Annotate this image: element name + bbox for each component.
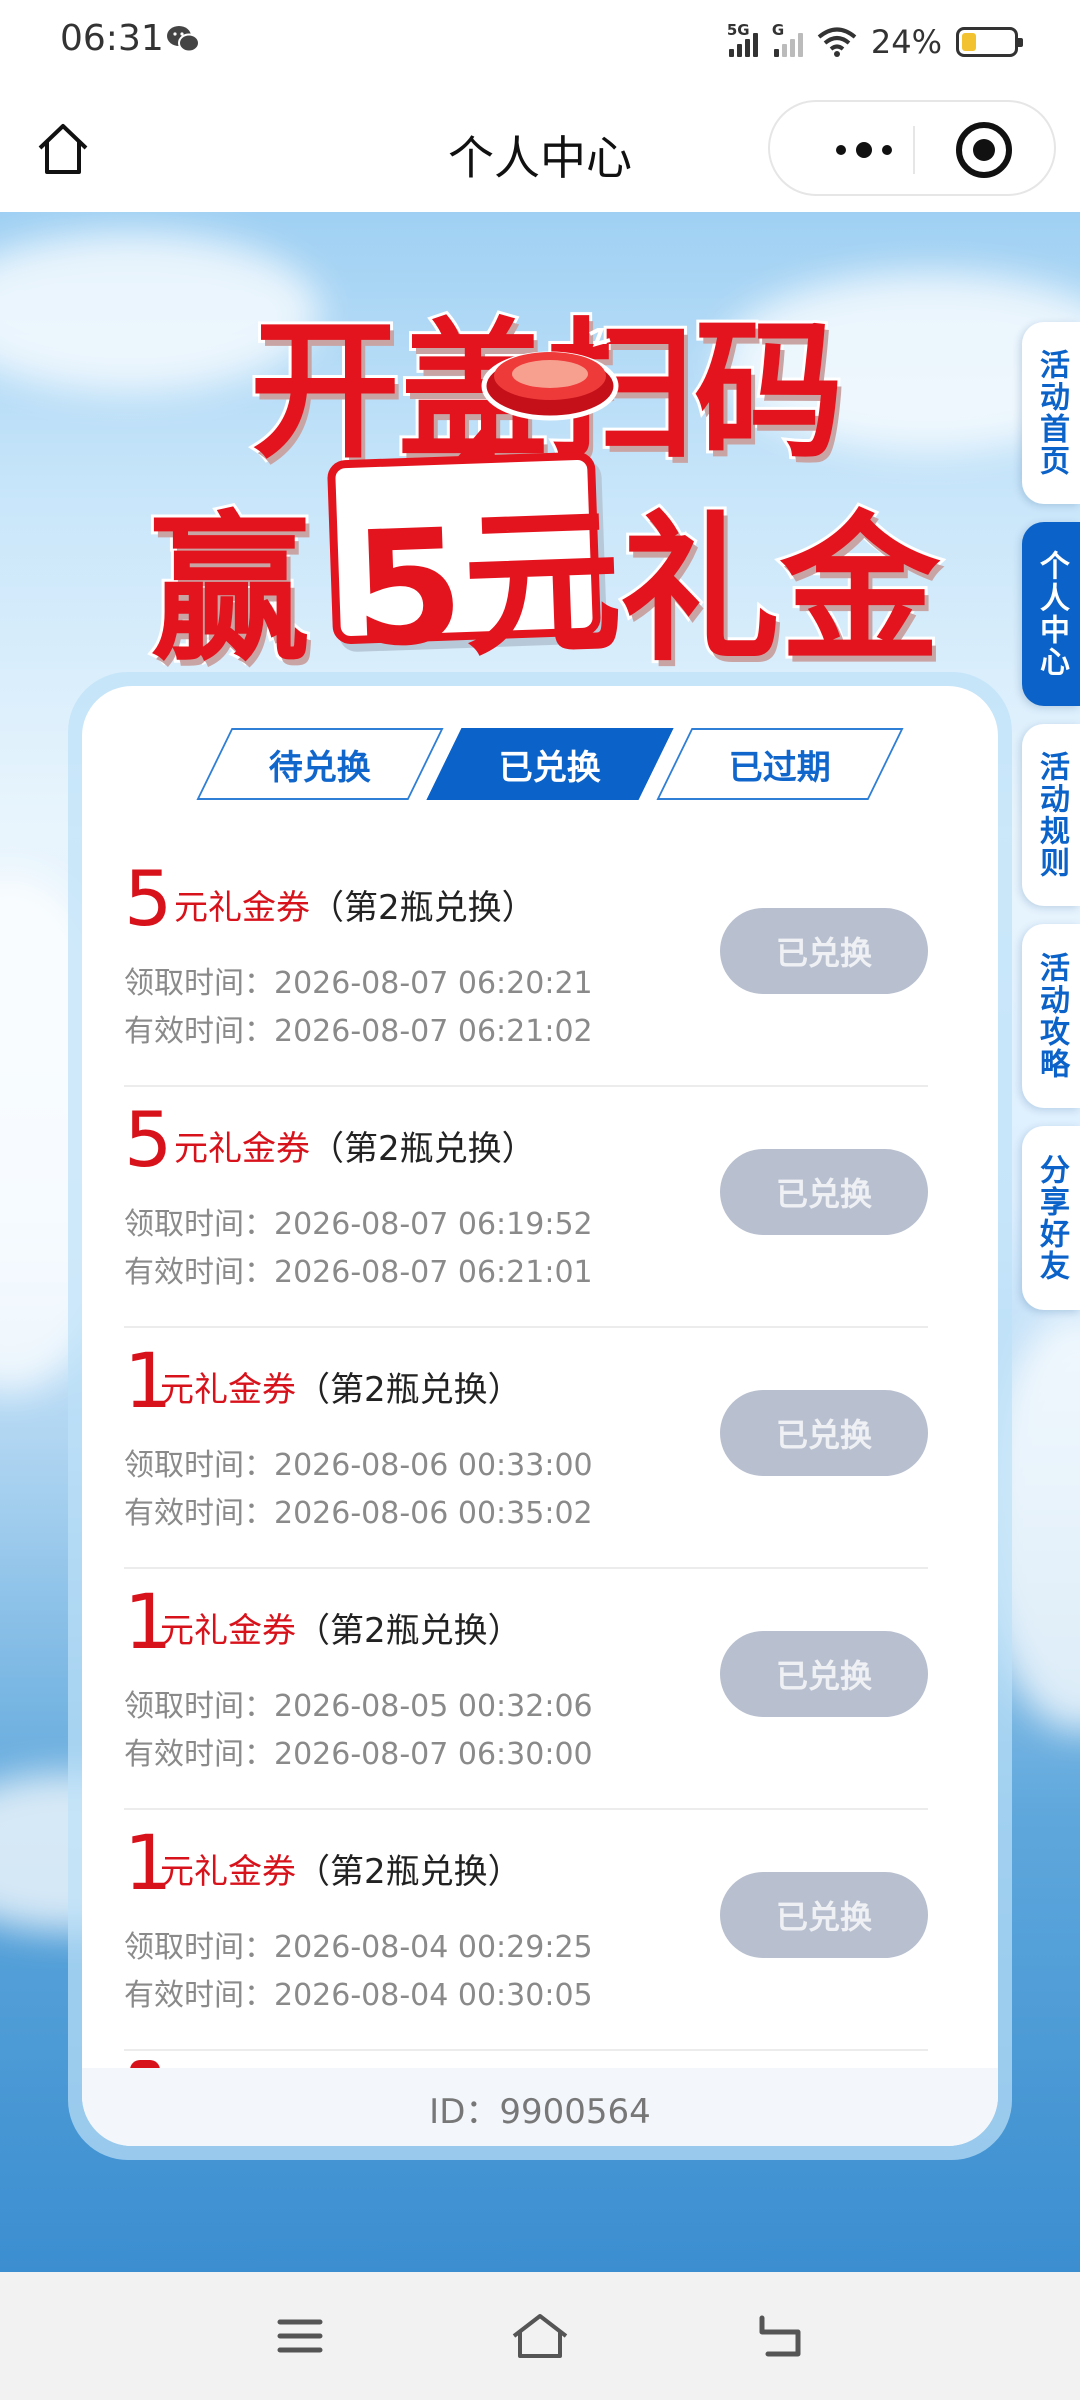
wechat-notification-icon bbox=[167, 26, 200, 53]
redeemed-button[interactable]: 已兑换 bbox=[720, 1149, 928, 1235]
nav-bar: 个人中心 bbox=[0, 84, 1080, 212]
tab-pending[interactable]: 待兑换 bbox=[196, 728, 444, 800]
valid-time: 有效时间：2026-08-07 06:21:01 bbox=[124, 1255, 593, 1290]
coupon-row: 1 元礼金券（第2瓶兑换） 领取时间：2026-08-06 00:33:00 有… bbox=[124, 1328, 928, 1569]
status-indicators: 5G G 24% bbox=[727, 20, 1023, 64]
side-tab-activity-home[interactable]: 活动首页 bbox=[1022, 322, 1080, 504]
battery-percent: 24% bbox=[870, 23, 942, 61]
redeemed-button[interactable]: 已兑换 bbox=[720, 908, 928, 994]
more-icon[interactable] bbox=[812, 128, 916, 172]
side-tab-activity-guide[interactable]: 活动攻略 bbox=[1022, 924, 1080, 1108]
signal-g-icon: G bbox=[772, 21, 803, 57]
coupon-list: 5 元礼金券（第2瓶兑换） 领取时间：2026-08-07 06:20:21 有… bbox=[124, 846, 928, 2051]
coupon-title: 元礼金券（第2瓶兑换） bbox=[160, 1852, 522, 1892]
miniprogram-capsule bbox=[768, 100, 1056, 196]
close-miniprogram-icon[interactable] bbox=[956, 122, 1012, 178]
status-time: 06:31 bbox=[60, 18, 164, 59]
coupon-row: 5 元礼金券（第2瓶兑换） 领取时间：2026-08-07 06:20:21 有… bbox=[124, 846, 928, 1087]
banner-win-text: 赢 bbox=[147, 493, 313, 686]
back-icon[interactable] bbox=[756, 2312, 804, 2360]
valid-time: 有效时间：2026-08-07 06:21:02 bbox=[124, 1014, 593, 1049]
tab-expired[interactable]: 已过期 bbox=[656, 728, 904, 800]
tab-redeemed[interactable]: 已兑换 bbox=[426, 728, 674, 800]
coupon-amount: 5 bbox=[124, 1095, 173, 1184]
bottle-cap-icon bbox=[481, 328, 619, 421]
side-tab-activity-rules[interactable]: 活动规则 bbox=[1022, 724, 1080, 906]
home-nav-icon[interactable] bbox=[510, 2312, 570, 2360]
coupon-amount: 5 bbox=[124, 854, 173, 943]
coupon-title: 元礼金券（第2瓶兑换） bbox=[160, 1370, 522, 1410]
banner-amount-badge: 5元 bbox=[326, 451, 624, 683]
wifi-icon bbox=[817, 27, 857, 57]
redeemed-button[interactable]: 已兑换 bbox=[720, 1872, 928, 1958]
claim-time: 领取时间：2026-08-06 00:33:00 bbox=[124, 1448, 593, 1483]
coupon-row: 1 元礼金券（第2瓶兑换） 领取时间：2026-08-05 00:32:06 有… bbox=[124, 1569, 928, 1810]
system-nav-bar bbox=[0, 2272, 1080, 2400]
battery-icon bbox=[956, 27, 1023, 57]
menu-icon[interactable] bbox=[276, 2312, 324, 2360]
claim-time: 领取时间：2026-08-07 06:19:52 bbox=[124, 1207, 593, 1242]
claim-time: 领取时间：2026-08-05 00:32:06 bbox=[124, 1689, 593, 1724]
banner-gift-text: 礼金 bbox=[617, 493, 943, 686]
coupon-tabs: 待兑换 已兑换 已过期 bbox=[196, 728, 904, 800]
claim-time: 领取时间：2026-08-04 00:29:25 bbox=[124, 1930, 593, 1965]
signal-5g-icon: 5G bbox=[727, 21, 758, 57]
side-tab-share-friends[interactable]: 分享好友 bbox=[1022, 1126, 1080, 1310]
coupon-title: 元礼金券（第2瓶兑换） bbox=[174, 888, 536, 928]
claim-time: 领取时间：2026-08-07 06:20:21 bbox=[124, 966, 593, 1001]
status-bar: 06:31 5G G 24% bbox=[0, 0, 1080, 84]
coupon-title: 元礼金券（第2瓶兑换） bbox=[174, 1129, 536, 1169]
coupon-card: 待兑换 已兑换 已过期 5 元礼金券（第2瓶兑换） 领取时间：2026-08-0… bbox=[82, 686, 998, 2146]
coupon-title: 元礼金券（第2瓶兑换） bbox=[160, 1611, 522, 1651]
user-id: ID：9900564 bbox=[429, 2092, 651, 2132]
valid-time: 有效时间：2026-08-07 06:30:00 bbox=[124, 1737, 593, 1772]
valid-time: 有效时间：2026-08-04 00:30:05 bbox=[124, 1978, 593, 2013]
side-tab-personal-center[interactable]: 个人中心 bbox=[1022, 522, 1080, 706]
redeemed-button[interactable]: 已兑换 bbox=[720, 1631, 928, 1717]
coupon-row: 5 元礼金券（第2瓶兑换） 领取时间：2026-08-07 06:19:52 有… bbox=[124, 1087, 928, 1328]
valid-time: 有效时间：2026-08-06 00:35:02 bbox=[124, 1496, 593, 1531]
redeemed-button[interactable]: 已兑换 bbox=[720, 1390, 928, 1476]
coupon-row: 1 元礼金券（第2瓶兑换） 领取时间：2026-08-04 00:29:25 有… bbox=[124, 1810, 928, 2051]
